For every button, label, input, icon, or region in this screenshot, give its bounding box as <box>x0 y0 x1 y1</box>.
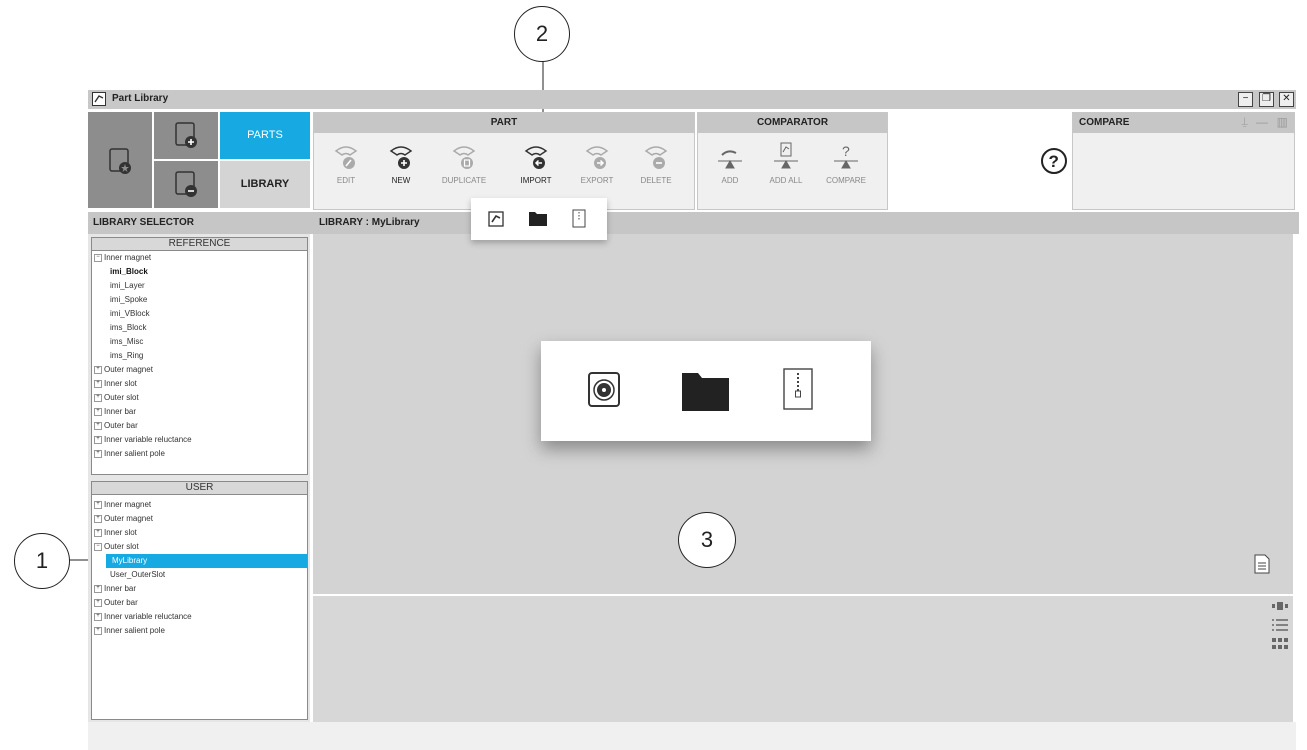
close-button[interactable]: ✕ <box>1279 92 1294 107</box>
book-remove-icon <box>175 171 197 197</box>
import-part-book-icon[interactable] <box>587 371 623 409</box>
tree-node[interactable]: + Inner bar <box>94 405 136 419</box>
new-button[interactable]: NEW <box>375 135 427 195</box>
tree-node[interactable]: − Outer slot <box>94 540 139 554</box>
import-part-file-icon[interactable] <box>488 211 504 227</box>
add-all-to-compare-icon <box>774 142 798 169</box>
delete-label: DELETE <box>640 176 672 185</box>
import-zip-icon[interactable] <box>572 209 586 228</box>
status-bar <box>88 722 1296 750</box>
library-selector-header: LIBRARY SELECTOR <box>88 212 315 234</box>
duplicate-label: DUPLICATE <box>441 176 487 185</box>
part-panel-header: PART <box>314 113 694 133</box>
import-button[interactable]: IMPORT <box>510 135 562 195</box>
tree-node[interactable]: + Inner bar <box>94 582 136 596</box>
restore-button[interactable]: ❐ <box>1259 92 1274 107</box>
user-tree-header: USER <box>92 482 307 495</box>
tree-node[interactable]: + Inner variable reluctance <box>94 610 192 624</box>
list-view-icon[interactable] <box>1272 619 1288 631</box>
library-details <box>313 596 1293 722</box>
compare-button[interactable]: ? COMPARE <box>820 135 872 195</box>
tree-node[interactable]: ims_Ring <box>110 349 143 363</box>
tree-node[interactable]: + Inner salient pole <box>94 624 165 638</box>
export-part-icon <box>585 146 609 169</box>
carousel-view-icon[interactable] <box>1272 601 1288 611</box>
tree-node[interactable]: imi_Layer <box>110 279 145 293</box>
remove-library-tile[interactable] <box>154 161 218 208</box>
compare-settings-icon[interactable]: ⍊ <box>1241 116 1248 129</box>
library-home-tile[interactable] <box>88 112 152 208</box>
reference-tree: REFERENCE − Inner magnet imi_Block imi_La… <box>91 237 308 475</box>
import-folder-icon[interactable] <box>529 211 547 226</box>
tree-node[interactable]: imi_Block <box>110 265 148 279</box>
import-folder-large-icon[interactable] <box>682 371 730 411</box>
tree-node[interactable]: + Outer magnet <box>94 363 153 377</box>
window-titlebar: Part Library − ❐ ✕ <box>88 90 1296 109</box>
callout-2: 2 <box>514 6 570 62</box>
compare-trash-icon[interactable]: ▥ <box>1277 115 1288 129</box>
tree-node[interactable]: + Outer slot <box>94 391 139 405</box>
new-part-icon <box>389 146 413 169</box>
new-label: NEW <box>391 176 411 185</box>
callout-3: 3 <box>678 512 736 568</box>
parts-tab[interactable]: PARTS <box>220 112 310 159</box>
tree-node[interactable]: + Outer bar <box>94 419 138 433</box>
tree-node[interactable]: User_OuterSlot <box>110 568 165 582</box>
tree-node[interactable]: + Inner magnet <box>94 498 151 512</box>
app-icon <box>92 92 106 106</box>
tree-node[interactable]: − Inner magnet <box>94 251 151 265</box>
window-title: Part Library <box>112 93 169 104</box>
tree-node[interactable]: ims_Block <box>110 321 146 335</box>
tree-node[interactable]: imi_VBlock <box>110 307 150 321</box>
grid-view-icon[interactable] <box>1272 638 1288 650</box>
add-button[interactable]: ADD <box>704 135 756 195</box>
add-to-compare-icon <box>718 150 742 169</box>
add-all-button[interactable]: ADD ALL <box>760 135 812 195</box>
compare-question-icon: ? <box>834 143 858 169</box>
help-icon[interactable]: ? <box>1040 147 1068 175</box>
tree-node[interactable]: + Inner salient pole <box>94 447 165 461</box>
callout-1: 1 <box>14 533 70 589</box>
part-panel: PART EDIT NEW DUPLICATE IMPORT EXPORT DE… <box>313 112 695 210</box>
library-view-header: LIBRARY : MyLibrary <box>313 212 1299 234</box>
duplicate-button[interactable]: DUPLICATE <box>438 135 490 195</box>
tree-node[interactable]: + Inner slot <box>94 526 137 540</box>
compare-label: COMPARE <box>826 176 866 185</box>
new-library-tile[interactable] <box>154 112 218 159</box>
compare-panel: COMPARE ⍊ — ▥ <box>1072 112 1295 210</box>
tree-node-selected[interactable]: MyLibrary <box>106 554 307 568</box>
svg-text:?: ? <box>842 143 850 159</box>
import-menu-zoomed <box>541 341 871 441</box>
delete-part-icon <box>644 146 668 169</box>
delete-button[interactable]: DELETE <box>630 135 682 195</box>
import-menu <box>471 198 607 240</box>
library-tab[interactable]: LIBRARY <box>220 161 310 208</box>
comparator-panel: COMPARATOR ADD ADD ALL ? COMPARE <box>697 112 888 210</box>
document-icon[interactable] <box>1254 554 1270 574</box>
reference-tree-header: REFERENCE <box>92 238 307 251</box>
tree-node[interactable]: ims_Misc <box>110 335 143 349</box>
tree-node[interactable]: imi_Spoke <box>110 293 147 307</box>
comparator-panel-header: COMPARATOR <box>698 113 887 133</box>
svg-text:?: ? <box>1049 152 1059 171</box>
duplicate-part-icon <box>452 146 476 169</box>
compare-minus-icon[interactable]: — <box>1256 115 1268 129</box>
import-zip-large-icon[interactable] <box>782 367 814 411</box>
minimize-button[interactable]: − <box>1238 92 1253 107</box>
book-star-icon <box>109 148 131 174</box>
import-part-icon <box>524 146 548 169</box>
tree-node[interactable]: + Inner slot <box>94 377 137 391</box>
book-add-icon <box>175 122 197 148</box>
export-button[interactable]: EXPORT <box>571 135 623 195</box>
edit-button[interactable]: EDIT <box>320 135 372 195</box>
tree-node[interactable]: + Outer magnet <box>94 512 153 526</box>
tree-node[interactable]: + Outer bar <box>94 596 138 610</box>
user-tree: USER + Inner magnet + Outer magnet + Inner … <box>91 481 308 720</box>
edit-part-icon <box>334 146 358 169</box>
tree-node[interactable]: + Inner variable reluctance <box>94 433 192 447</box>
